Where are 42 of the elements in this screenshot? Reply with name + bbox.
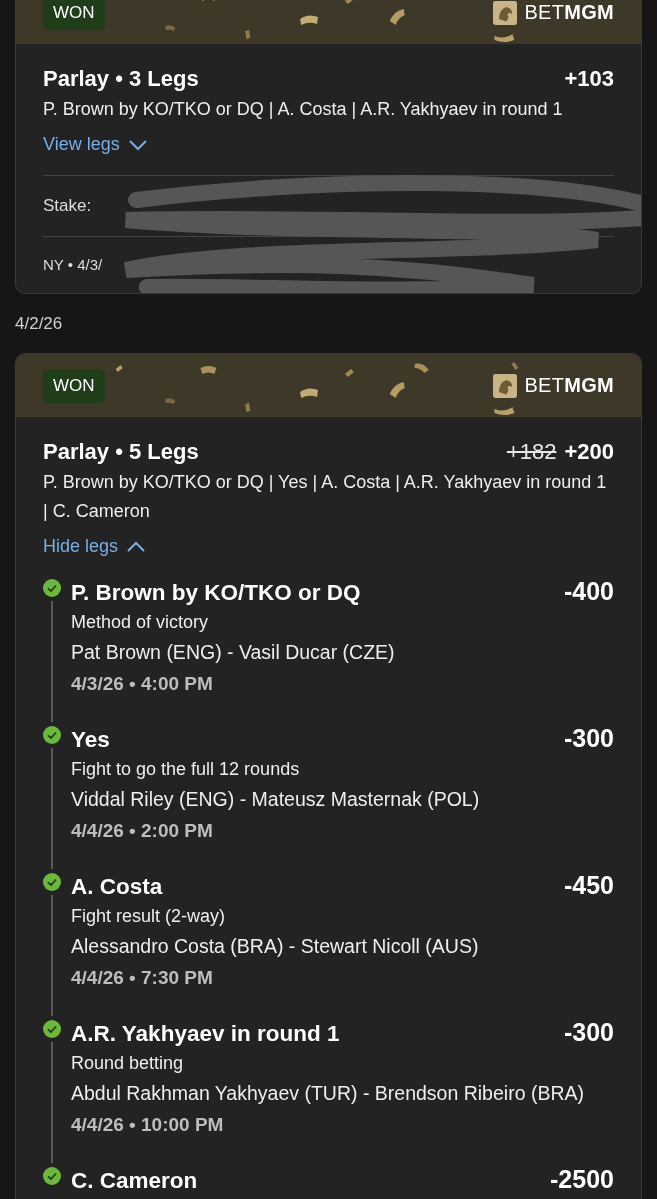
leg-matchup: Pat Brown (ENG) - Vasil Ducar (CZE) bbox=[71, 640, 396, 665]
leg-matchup: Alessandro Costa (BRA) - Stewart Nicoll (AUS) bbox=[71, 934, 480, 959]
leg-pick: A. Costa bbox=[71, 873, 163, 901]
leg-matchup: Viddal Riley (ENG) - Mateusz Masternak (POL) bbox=[71, 787, 481, 812]
toggle-legs-link[interactable]: Hide legs bbox=[43, 536, 147, 557]
leg-odds: -400 bbox=[563, 577, 614, 605]
brand-logo-text: BETMGM bbox=[524, 374, 614, 397]
bet-title: Parlay • 3 Legs bbox=[43, 65, 199, 93]
lion-emblem-icon bbox=[493, 0, 518, 25]
legs-summary: P. Brown by KO/TKO or DQ | A. Costa | A.R. Yakhyaev in round 1 bbox=[43, 98, 564, 121]
leg-pick: C. Cameron bbox=[71, 1167, 198, 1195]
leg-time: 4/4/26 • 2:00 PM bbox=[71, 819, 214, 843]
brand-logo-text: BETMGM bbox=[524, 1, 614, 24]
leg-time: 4/4/26 • 10:00 PM bbox=[71, 1113, 225, 1137]
leg-odds: -300 bbox=[563, 1018, 614, 1046]
original-odds: +182 bbox=[506, 438, 557, 466]
bet-odds: +103 bbox=[564, 65, 614, 93]
chevron-icon bbox=[127, 138, 148, 151]
toggle-legs-link[interactable]: View legs bbox=[43, 134, 148, 155]
legs-summary: P. Brown by KO/TKO or DQ | Yes | A. Costa | A.R. Yakhyaev in round 1 | C. Cameron bbox=[43, 471, 608, 523]
leg-pick: P. Brown by KO/TKO or DQ bbox=[71, 579, 361, 607]
leg-matchup: Abdul Rakhman Yakhyaev (TUR) - Brendson Ribeiro (BRA) bbox=[71, 1081, 585, 1106]
lion-emblem-icon bbox=[493, 373, 518, 398]
leg-odds: -2500 bbox=[550, 1165, 614, 1193]
date-heading: 4/2/26 bbox=[15, 313, 64, 335]
leg-odds: -450 bbox=[563, 871, 614, 899]
leg-time: 4/4/26 • 7:30 PM bbox=[71, 966, 214, 990]
status-badge: WON bbox=[43, 368, 105, 403]
leg-market: Fight to go the full 12 rounds bbox=[71, 758, 301, 781]
leg-time: 4/3/26 • 4:00 PM bbox=[71, 672, 214, 696]
stake-label: Stake: bbox=[43, 196, 92, 215]
leg-market: Fight result (2-way) bbox=[71, 905, 227, 928]
bet-placed-info: NY • 4/3/ bbox=[43, 256, 103, 273]
bet-title: Parlay • 5 Legs bbox=[43, 438, 199, 466]
leg-pick: Yes bbox=[71, 726, 110, 754]
leg-market: Method of victory bbox=[71, 611, 210, 634]
chevron-icon bbox=[126, 540, 147, 553]
leg-odds: -300 bbox=[563, 724, 614, 752]
bet-odds: +200 bbox=[564, 438, 614, 466]
status-badge: WON bbox=[43, 0, 105, 30]
leg-market: Round betting bbox=[71, 1052, 185, 1075]
leg-pick: A.R. Yakhyaev in round 1 bbox=[71, 1020, 340, 1048]
